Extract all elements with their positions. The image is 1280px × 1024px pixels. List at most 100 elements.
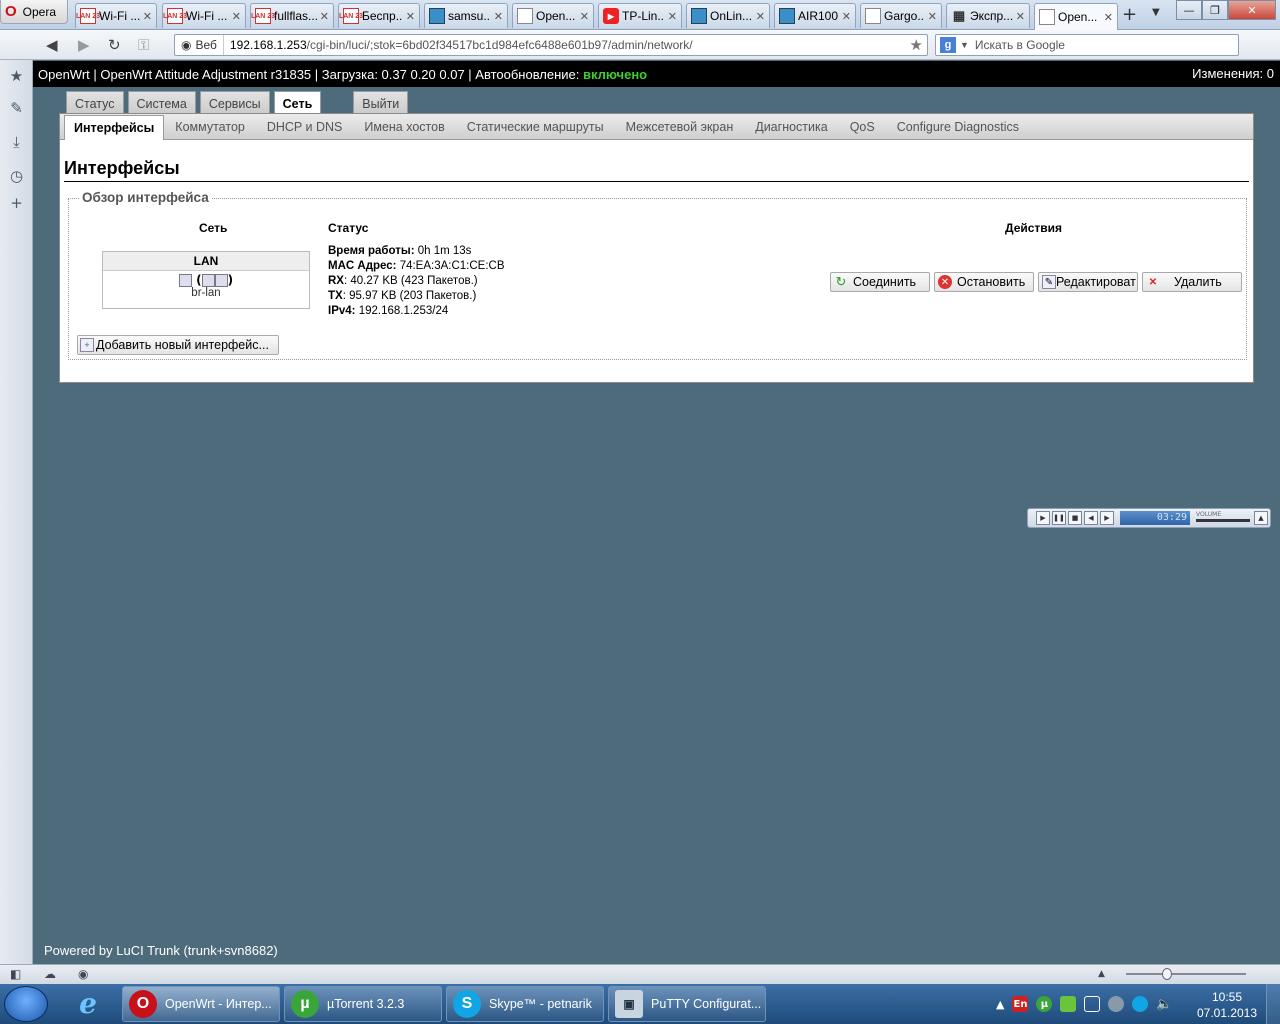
reload-icon[interactable]: ↻ xyxy=(108,36,121,54)
subtab-hostnames[interactable]: Имена хостов xyxy=(353,115,455,139)
interface-status: Время работы: 0h 1m 13s MAC Адрес: 74:EA… xyxy=(328,244,505,319)
next-icon[interactable]: ▶ xyxy=(1100,511,1114,525)
new-tab-icon[interactable]: + xyxy=(1122,4,1137,25)
display-tray-icon[interactable] xyxy=(1084,996,1101,1012)
internet-explorer-icon[interactable]: e xyxy=(72,988,104,1020)
close-tab-icon[interactable]: ✕ xyxy=(668,10,677,23)
edit-button[interactable]: ✎ Редактироват xyxy=(1038,272,1138,292)
tab-menu-icon[interactable]: ▼ xyxy=(1152,7,1160,18)
changes-link[interactable]: Изменения: 0 xyxy=(1192,66,1274,81)
putty-icon: ▣ xyxy=(615,990,643,1018)
ethernet-icon xyxy=(201,274,215,287)
tab-status[interactable]: Статус xyxy=(66,91,124,115)
page-icon xyxy=(517,8,533,24)
close-tab-icon[interactable]: ✕ xyxy=(1016,10,1025,23)
play-icon[interactable]: ▶ xyxy=(1036,511,1050,525)
tab-system[interactable]: Система xyxy=(127,91,196,115)
subtab-static-routes[interactable]: Статические маршруты xyxy=(456,115,615,139)
network-tray-icon[interactable] xyxy=(1060,996,1077,1012)
show-desktop-button[interactable] xyxy=(1266,984,1280,1024)
key-icon[interactable]: ⚿ xyxy=(138,36,149,54)
subtab-diagnostics[interactable]: Диагностика xyxy=(744,115,838,139)
opera-unite-icon[interactable]: ☁ xyxy=(44,967,56,981)
skype-tray-icon[interactable] xyxy=(1132,996,1149,1012)
subtab-interfaces[interactable]: Интерфейсы xyxy=(64,115,165,140)
subtab-firewall[interactable]: Межсетевой экран xyxy=(615,115,745,139)
browser-tab[interactable]: Open... ✕ xyxy=(512,3,594,28)
taskbar-item-skype[interactable]: S Skype™ - petnarik xyxy=(446,986,604,1022)
subtab-qos[interactable]: QoS xyxy=(839,115,886,139)
subtab-dhcp-dns[interactable]: DHCP и DNS xyxy=(256,115,354,139)
tab-logout[interactable]: Выйти xyxy=(353,91,409,115)
eject-icon[interactable]: ▲ xyxy=(1254,511,1268,525)
language-indicator[interactable]: En xyxy=(1012,996,1029,1012)
notes-icon[interactable]: ✎ xyxy=(8,100,25,117)
show-hidden-icons-icon[interactable]: ▲ xyxy=(996,998,1004,1011)
history-icon[interactable]: ◷ xyxy=(8,168,25,185)
browser-tab[interactable]: LAN 23 Беспр... ✕ xyxy=(338,3,420,28)
taskbar-item-opera[interactable]: O OpenWrt - Интер... xyxy=(122,986,280,1022)
web-indicator[interactable]: ◉ Веб xyxy=(175,35,224,55)
address-field[interactable]: ◉ Веб 192.168.1.253/cgi-bin/luci/;stok=6b… xyxy=(174,34,928,56)
side-panel: ★ ✎ ⤓ ◷ + xyxy=(0,60,33,964)
system-clock[interactable]: 10:55 07.01.2013 xyxy=(1196,989,1258,1021)
close-tab-icon[interactable]: ✕ xyxy=(320,10,329,23)
add-interface-button[interactable]: + Добавить новый интерфейс... xyxy=(77,335,279,355)
stop-button[interactable]: ✕ Остановить xyxy=(934,272,1034,292)
close-tab-icon[interactable]: ✕ xyxy=(580,10,589,23)
connect-button[interactable]: ↻ Соединить xyxy=(830,272,930,292)
subtab-configure-diagnostics[interactable]: Configure Diagnostics xyxy=(886,115,1030,139)
subtab-switch[interactable]: Коммутатор xyxy=(164,115,256,139)
browser-tab[interactable]: LAN 23 Wi-Fi ... ✕ xyxy=(75,3,157,28)
url-text[interactable]: 192.168.1.253/cgi-bin/luci/;stok=6bd02f3… xyxy=(224,38,693,52)
close-tab-icon[interactable]: ✕ xyxy=(928,10,937,23)
browser-tab[interactable]: samsu... ✕ xyxy=(424,3,508,28)
stop-icon[interactable]: ■ xyxy=(1068,511,1082,525)
browser-tab[interactable]: ▦ Экспр... ✕ xyxy=(946,3,1030,28)
previous-icon[interactable]: ◀ xyxy=(1084,511,1098,525)
downloads-icon[interactable]: ⤓ xyxy=(8,134,25,151)
close-tab-icon[interactable]: ✕ xyxy=(494,10,503,23)
browser-tab[interactable]: OnLin... ✕ xyxy=(686,3,770,28)
close-tab-icon[interactable]: ✕ xyxy=(406,10,415,23)
minimize-icon[interactable]: — xyxy=(1176,0,1202,20)
bookmark-star-icon[interactable]: ★ xyxy=(910,36,923,54)
turbo-icon[interactable]: ◉ xyxy=(78,967,88,981)
close-tab-icon[interactable]: ✕ xyxy=(232,10,241,23)
close-window-icon[interactable]: ✕ xyxy=(1228,0,1276,20)
delete-button[interactable]: ✕ Удалить xyxy=(1142,272,1242,292)
utorrent-tray-icon[interactable]: µ xyxy=(1036,996,1053,1012)
opera-menu-button[interactable]: O Opera xyxy=(0,0,68,24)
search-field[interactable]: g ▼ Искать в Google xyxy=(935,34,1239,56)
browser-tab-active[interactable]: Open... ✕ xyxy=(1034,3,1118,30)
browser-tab[interactable]: LAN 23 fullflas... ✕ xyxy=(250,3,334,28)
start-button[interactable] xyxy=(4,986,48,1022)
lan-icon: LAN 23 xyxy=(163,8,187,24)
taskbar-item-utorrent[interactable]: µ µTorrent 3.2.3 xyxy=(284,986,442,1022)
forward-icon[interactable]: ▶ xyxy=(78,36,90,54)
volume-icon[interactable]: 🔈 xyxy=(1156,996,1172,1012)
app-tray-icon[interactable] xyxy=(1108,996,1125,1012)
back-icon[interactable]: ◀ xyxy=(46,36,58,54)
bookmarks-star-icon[interactable]: ★ xyxy=(8,68,25,85)
browser-tab[interactable]: Gargo... ✕ xyxy=(860,3,942,28)
browser-tab[interactable]: LAN 23 Wi-Fi ... ✕ xyxy=(162,3,246,28)
zoom-up-icon[interactable]: ▲ xyxy=(1098,969,1105,979)
autorefresh-toggle[interactable]: включено xyxy=(583,67,647,82)
close-tab-icon[interactable]: ✕ xyxy=(842,10,851,23)
maximize-icon[interactable]: ❐ xyxy=(1202,0,1228,20)
close-tab-icon[interactable]: ✕ xyxy=(143,10,152,23)
pause-icon[interactable]: ❚❚ xyxy=(1052,511,1066,525)
zoom-slider[interactable] xyxy=(1126,968,1246,980)
taskbar-item-putty[interactable]: ▣ PuTTY Configurat... xyxy=(608,986,766,1022)
browser-tab[interactable]: ▶ TP-Lin... ✕ xyxy=(598,3,682,28)
delete-icon: ✕ xyxy=(1148,276,1158,288)
add-panel-icon[interactable]: + xyxy=(8,195,25,212)
browser-tab[interactable]: AIR100...✕ xyxy=(774,3,856,28)
panel-toggle-icon[interactable]: ◧ xyxy=(10,967,21,981)
volume-slider[interactable]: VOLUME xyxy=(1196,511,1252,525)
close-tab-icon[interactable]: ✕ xyxy=(756,10,765,23)
close-tab-icon[interactable]: ✕ xyxy=(1104,11,1113,24)
tab-services[interactable]: Сервисы xyxy=(199,91,270,115)
search-engine-dropdown-icon[interactable]: ▼ xyxy=(960,40,969,50)
